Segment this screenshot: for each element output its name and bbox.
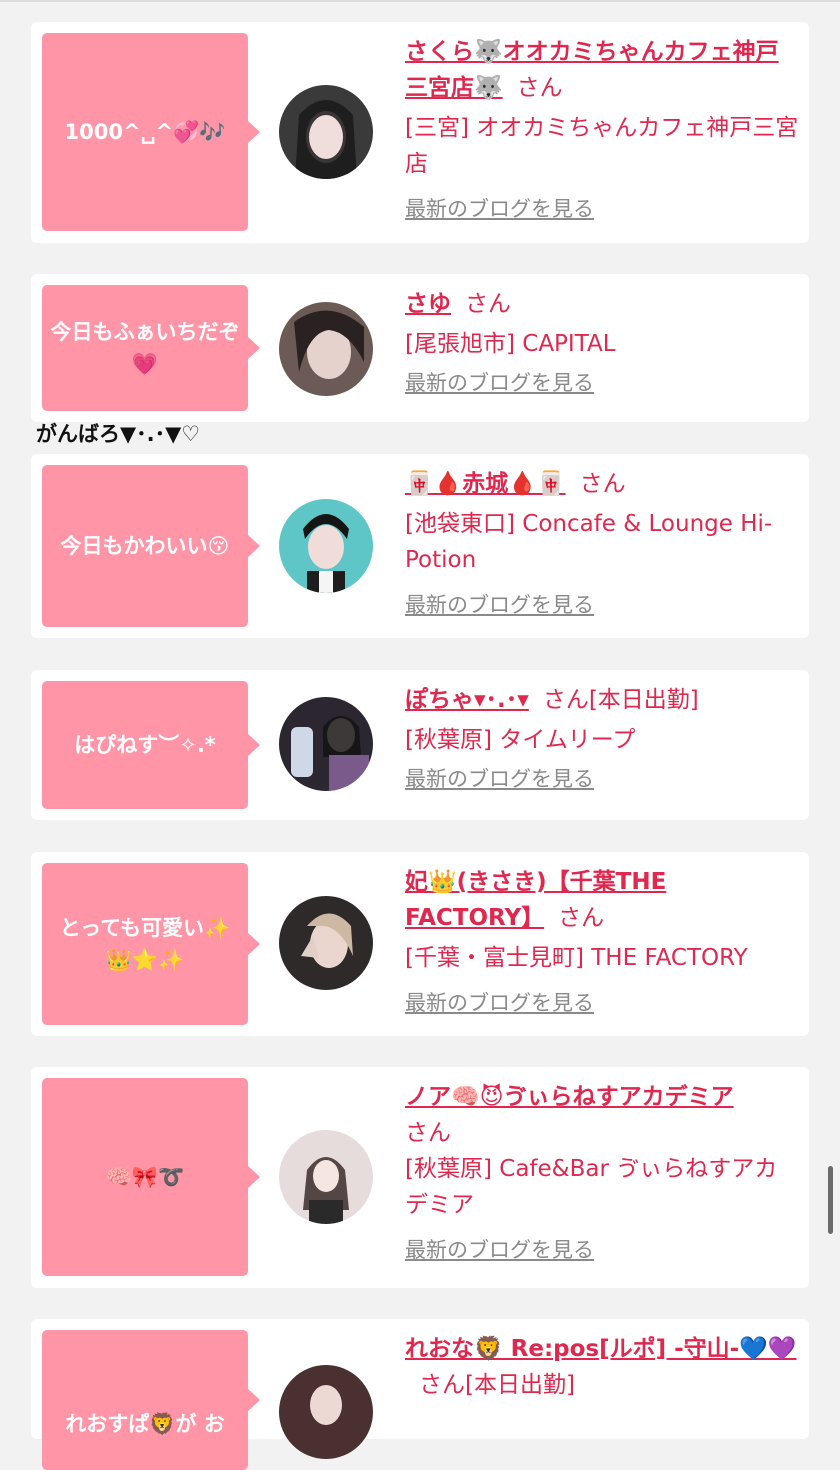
avatar[interactable] bbox=[279, 1130, 373, 1224]
honorific: さん bbox=[579, 471, 626, 497]
honorific: さん bbox=[405, 1120, 451, 1146]
latest-blog-link[interactable]: 最新のブログを見る bbox=[405, 368, 594, 398]
avatar[interactable] bbox=[279, 697, 373, 791]
blog-card: れおすぱ🦁が お れおな🦁 Re:pos[ルポ] -守山-💙💜 さん[本日出勤] bbox=[31, 1319, 809, 1470]
blog-card: 🧠🎀➰ ノア🧠😈ゔぃらねすアカデミア さん [秋葉原] Cafe&Bar ゔぃらね… bbox=[31, 1067, 809, 1288]
honorific: さん bbox=[516, 75, 563, 101]
cast-name-link[interactable]: さゆ bbox=[405, 291, 451, 317]
shop-name: [秋葉原] タイムリープ bbox=[405, 727, 636, 753]
blog-card: 今日もかわいい😚 🀄🩸赤城🩸🀄 さん [池袋東口] Concafe & Loung… bbox=[31, 454, 809, 638]
avatar-image bbox=[279, 697, 373, 791]
shop-name: [千葉・富士見町] THE FACTORY bbox=[405, 945, 748, 971]
blog-card: 今日もふぁいちだぞ💗 さゆ さん [尾張旭市] CAPITAL 最新のブログを見る bbox=[31, 274, 809, 422]
avatar-image bbox=[279, 896, 373, 990]
name-line: 🀄🩸赤城🩸🀄 さん bbox=[405, 466, 799, 502]
honorific: さん[本日出勤] bbox=[419, 1372, 575, 1398]
name-line: さくら🐺オオカミちゃんカフェ神戸三宮店🐺 さん bbox=[405, 34, 799, 106]
cast-name-link[interactable]: ぽちゃ▾･.･▾ bbox=[405, 687, 529, 713]
card-info: 🀄🩸赤城🩸🀄 さん [池袋東口] Concafe & Lounge Hi-Poti… bbox=[405, 466, 799, 620]
shop-name: [三宮] オオカミちゃんカフェ神戸三宮店 bbox=[405, 115, 799, 177]
message-bubble: 1000^␣^💞🎶 bbox=[42, 33, 260, 231]
card-info: さくら🐺オオカミちゃんカフェ神戸三宮店🐺 さん [三宮] オオカミちゃんカフェ神戸… bbox=[405, 34, 799, 224]
message-bubble: れおすぱ🦁が お bbox=[42, 1330, 260, 1470]
shop-name: [尾張旭市] CAPITAL bbox=[405, 331, 616, 357]
name-line: れおな🦁 Re:pos[ルポ] -守山-💙💜 さん[本日出勤] bbox=[405, 1331, 799, 1403]
avatar[interactable] bbox=[279, 1365, 373, 1459]
top-divider bbox=[0, 0, 840, 2]
message-bubble: はぴねす︶✧.* bbox=[42, 681, 260, 809]
cast-name-link[interactable]: 🀄🩸赤城🩸🀄 bbox=[405, 471, 566, 497]
avatar-image bbox=[279, 1365, 373, 1459]
message-bubble: 🧠🎀➰ bbox=[42, 1078, 260, 1276]
honorific: さん bbox=[558, 905, 605, 931]
avatar-image bbox=[279, 1130, 373, 1224]
card-info: さゆ さん [尾張旭市] CAPITAL 最新のブログを見る bbox=[405, 286, 799, 398]
latest-blog-link[interactable]: 最新のブログを見る bbox=[405, 764, 594, 794]
name-line: さゆ さん bbox=[405, 286, 799, 322]
latest-blog-link[interactable]: 最新のブログを見る bbox=[405, 988, 594, 1018]
latest-blog-link[interactable]: 最新のブログを見る bbox=[405, 590, 594, 620]
avatar[interactable] bbox=[279, 499, 373, 593]
card-info: れおな🦁 Re:pos[ルポ] -守山-💙💜 さん[本日出勤] bbox=[405, 1331, 799, 1403]
latest-blog-link[interactable]: 最新のブログを見る bbox=[405, 194, 594, 224]
cast-name-link[interactable]: 妃👑(きさき)【千葉THE FACTORY】 bbox=[405, 869, 666, 931]
latest-blog-link[interactable]: 最新のブログを見る bbox=[405, 1235, 594, 1265]
honorific: さん bbox=[465, 291, 511, 317]
shop-name: [池袋東口] Concafe & Lounge Hi-Potion bbox=[405, 511, 773, 573]
honorific: さん[本日出勤] bbox=[542, 687, 699, 713]
avatar[interactable] bbox=[279, 85, 373, 179]
message-bubble: とっても可愛い✨👑⭐✨ bbox=[42, 863, 260, 1025]
card-info: ノア🧠😈ゔぃらねすアカデミア さん [秋葉原] Cafe&Bar ゔぃらねすアカデ… bbox=[405, 1079, 799, 1265]
name-line: ぽちゃ▾･.･▾ さん[本日出勤] bbox=[405, 682, 799, 718]
avatar[interactable] bbox=[279, 302, 373, 396]
overflow-message-text: がんばろ▼･.･▼♡ bbox=[36, 422, 201, 446]
avatar-image bbox=[279, 499, 373, 593]
avatar-image bbox=[279, 85, 373, 179]
message-bubble: 今日もかわいい😚 bbox=[42, 465, 260, 627]
shop-name: [秋葉原] Cafe&Bar ゔぃらねすアカデミア bbox=[405, 1156, 778, 1218]
scrollbar-thumb[interactable] bbox=[828, 1166, 833, 1234]
name-line: 妃👑(きさき)【千葉THE FACTORY】 さん bbox=[405, 864, 799, 936]
blog-card: 1000^␣^💞🎶 さくら🐺オオカミちゃんカフェ神戸三宮店🐺 さん [三宮] オオ… bbox=[31, 22, 809, 243]
cast-name-link[interactable]: ノア🧠😈ゔぃらねすアカデミア bbox=[405, 1084, 734, 1110]
blog-card: とっても可愛い✨👑⭐✨ 妃👑(きさき)【千葉THE FACTORY】 さん [千葉… bbox=[31, 852, 809, 1036]
avatar[interactable] bbox=[279, 896, 373, 990]
card-info: ぽちゃ▾･.･▾ さん[本日出勤] [秋葉原] タイムリープ 最新のブログを見る bbox=[405, 682, 799, 794]
cast-name-link[interactable]: れおな🦁 Re:pos[ルポ] -守山-💙💜 bbox=[405, 1336, 797, 1362]
blog-card: はぴねす︶✧.* ぽちゃ▾･.･▾ さん[本日出勤] [秋葉原] タイムリープ 最… bbox=[31, 670, 809, 820]
cast-name-link[interactable]: さくら🐺オオカミちゃんカフェ神戸三宮店🐺 bbox=[405, 39, 779, 101]
name-line: ノア🧠😈ゔぃらねすアカデミア さん bbox=[405, 1079, 799, 1151]
message-bubble: 今日もふぁいちだぞ💗 bbox=[42, 285, 260, 411]
avatar-image bbox=[279, 302, 373, 396]
card-info: 妃👑(きさき)【千葉THE FACTORY】 さん [千葉・富士見町] THE F… bbox=[405, 864, 799, 1018]
